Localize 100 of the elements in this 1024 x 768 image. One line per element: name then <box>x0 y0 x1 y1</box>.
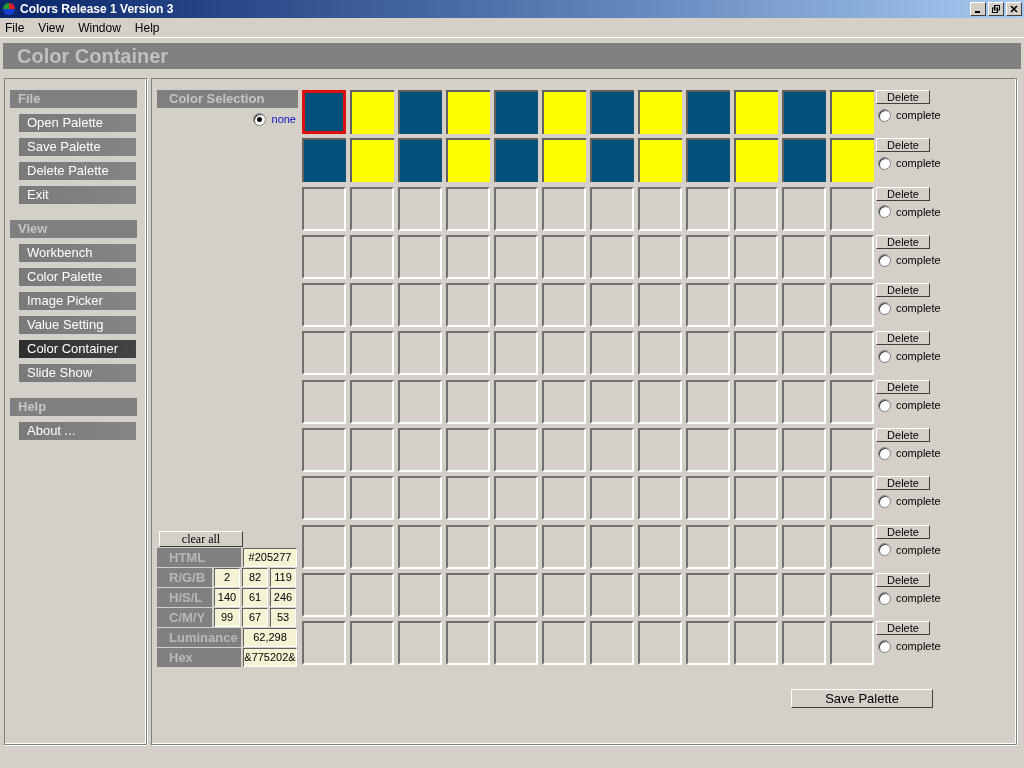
color-swatch[interactable] <box>638 90 682 134</box>
empty-swatch[interactable] <box>782 476 826 521</box>
menu-item[interactable]: Window <box>78 18 121 37</box>
empty-swatch[interactable] <box>686 234 730 279</box>
empty-swatch[interactable] <box>302 283 346 328</box>
value-field[interactable]: 2 <box>214 568 240 587</box>
radio-button[interactable] <box>878 350 891 364</box>
empty-swatch[interactable] <box>350 428 394 473</box>
sidebar-item[interactable]: Delete Palette <box>19 162 136 180</box>
empty-swatch[interactable] <box>782 428 826 473</box>
empty-swatch[interactable] <box>590 621 634 666</box>
empty-swatch[interactable] <box>590 331 634 376</box>
value-field[interactable]: 140 <box>214 588 240 607</box>
value-field[interactable]: 67 <box>242 608 268 627</box>
empty-swatch[interactable] <box>494 524 538 569</box>
empty-swatch[interactable] <box>542 428 586 473</box>
radio-button[interactable] <box>878 543 891 557</box>
empty-swatch[interactable] <box>542 186 586 231</box>
empty-swatch[interactable] <box>398 331 442 376</box>
empty-swatch[interactable] <box>302 572 346 617</box>
delete-button[interactable]: Delete <box>876 476 930 491</box>
color-swatch[interactable] <box>782 90 826 134</box>
empty-swatch[interactable] <box>542 476 586 521</box>
empty-swatch[interactable] <box>446 186 490 231</box>
delete-button[interactable]: Delete <box>876 379 930 394</box>
empty-swatch[interactable] <box>398 283 442 328</box>
empty-swatch[interactable] <box>350 379 394 424</box>
empty-swatch[interactable] <box>734 476 778 521</box>
empty-swatch[interactable] <box>542 621 586 666</box>
empty-swatch[interactable] <box>302 476 346 521</box>
empty-swatch[interactable] <box>446 428 490 473</box>
color-swatch[interactable] <box>350 90 394 134</box>
value-field[interactable]: 246 <box>270 588 296 607</box>
color-swatch[interactable] <box>638 138 682 183</box>
radio-button[interactable] <box>878 495 891 509</box>
value-field[interactable]: 61 <box>242 588 268 607</box>
empty-swatch[interactable] <box>734 234 778 279</box>
empty-swatch[interactable] <box>494 428 538 473</box>
sidebar-item[interactable]: Value Setting <box>19 316 136 334</box>
empty-swatch[interactable] <box>734 283 778 328</box>
empty-swatch[interactable] <box>734 379 778 424</box>
empty-swatch[interactable] <box>302 621 346 666</box>
empty-swatch[interactable] <box>830 283 874 328</box>
empty-swatch[interactable] <box>638 476 682 521</box>
empty-swatch[interactable] <box>686 621 730 666</box>
clear-all-button[interactable]: clear all <box>159 531 243 547</box>
sidebar-item[interactable]: Color Container <box>19 340 136 358</box>
empty-swatch[interactable] <box>398 572 442 617</box>
empty-swatch[interactable] <box>302 234 346 279</box>
restore-button[interactable] <box>988 2 1004 16</box>
color-swatch[interactable] <box>734 138 778 183</box>
delete-button[interactable]: Delete <box>876 331 930 346</box>
color-swatch[interactable] <box>830 90 874 134</box>
empty-swatch[interactable] <box>686 283 730 328</box>
empty-swatch[interactable] <box>542 379 586 424</box>
color-swatch[interactable] <box>590 138 634 183</box>
color-swatch[interactable] <box>542 90 586 134</box>
color-swatch[interactable] <box>686 138 730 183</box>
empty-swatch[interactable] <box>542 524 586 569</box>
radio-button[interactable] <box>878 398 891 412</box>
delete-button[interactable]: Delete <box>876 90 930 104</box>
empty-swatch[interactable] <box>638 234 682 279</box>
empty-swatch[interactable] <box>350 572 394 617</box>
empty-swatch[interactable] <box>398 524 442 569</box>
empty-swatch[interactable] <box>782 331 826 376</box>
empty-swatch[interactable] <box>638 572 682 617</box>
radio-button[interactable] <box>878 205 891 219</box>
empty-swatch[interactable] <box>302 428 346 473</box>
value-field[interactable]: 99 <box>214 608 240 627</box>
empty-swatch[interactable] <box>830 234 874 279</box>
empty-swatch[interactable] <box>302 186 346 231</box>
empty-swatch[interactable] <box>494 572 538 617</box>
empty-swatch[interactable] <box>686 379 730 424</box>
empty-swatch[interactable] <box>638 621 682 666</box>
empty-swatch[interactable] <box>590 476 634 521</box>
empty-swatch[interactable] <box>494 621 538 666</box>
menu-item[interactable]: View <box>38 18 65 37</box>
color-swatch[interactable] <box>830 138 874 183</box>
empty-swatch[interactable] <box>734 331 778 376</box>
empty-swatch[interactable] <box>302 379 346 424</box>
value-field[interactable]: 82 <box>242 568 268 587</box>
empty-swatch[interactable] <box>782 283 826 328</box>
sidebar-item[interactable]: Save Palette <box>19 138 136 156</box>
empty-swatch[interactable] <box>350 331 394 376</box>
empty-swatch[interactable] <box>494 379 538 424</box>
sidebar-item[interactable]: Open Palette <box>19 114 136 132</box>
empty-swatch[interactable] <box>398 476 442 521</box>
value-field[interactable]: #205277 <box>243 548 297 567</box>
empty-swatch[interactable] <box>638 379 682 424</box>
radio-button[interactable] <box>252 112 266 126</box>
menu-item[interactable]: File <box>5 18 25 37</box>
radio-button[interactable] <box>878 157 891 171</box>
sidebar-item[interactable]: Workbench <box>19 244 136 262</box>
color-swatch[interactable] <box>542 138 586 183</box>
color-swatch[interactable] <box>398 90 442 134</box>
empty-swatch[interactable] <box>782 524 826 569</box>
delete-button[interactable]: Delete <box>876 283 930 298</box>
empty-swatch[interactable] <box>830 331 874 376</box>
sidebar-item[interactable]: Image Picker <box>19 292 136 310</box>
radio-button[interactable] <box>878 640 891 653</box>
